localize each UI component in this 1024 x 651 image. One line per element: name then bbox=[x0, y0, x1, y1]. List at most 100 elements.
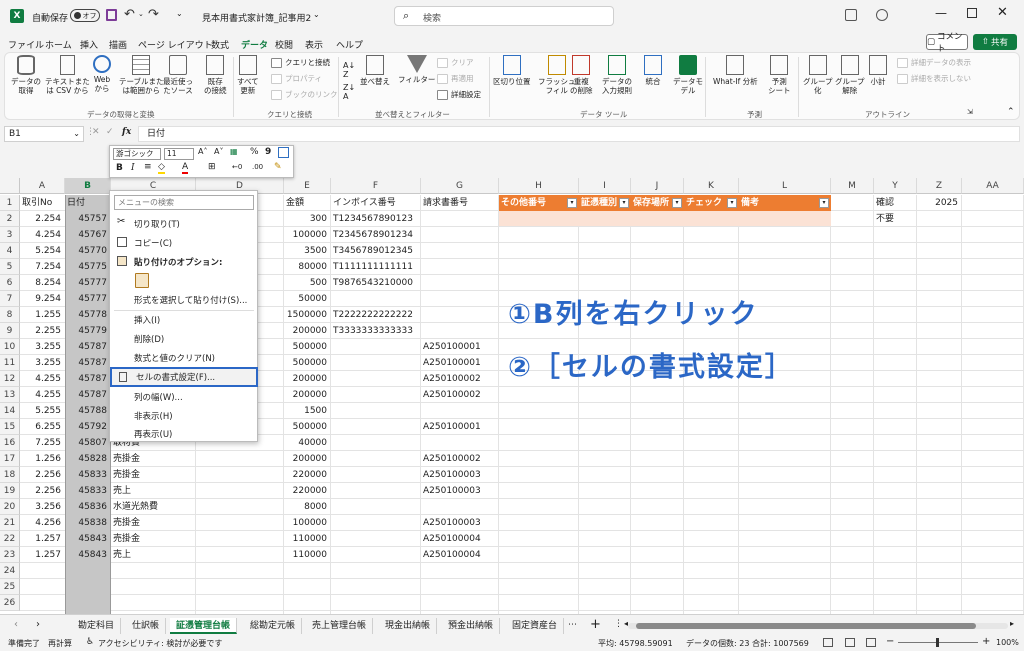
cell-b[interactable]: 45787 bbox=[67, 371, 110, 387]
cell-y2[interactable]: 不要 bbox=[876, 211, 916, 227]
column-header-m[interactable]: M bbox=[831, 178, 874, 194]
header-cell-f[interactable]: インボイス番号 bbox=[333, 195, 420, 211]
prev-sheet-icon[interactable]: ‹ bbox=[14, 619, 18, 630]
bold-icon[interactable]: B bbox=[116, 163, 123, 173]
scroll-left-icon[interactable]: ◂ bbox=[624, 619, 628, 628]
pen-icon[interactable] bbox=[876, 9, 888, 21]
minimize-icon[interactable]: — bbox=[935, 6, 947, 20]
cell-g[interactable]: A250100002 bbox=[423, 371, 498, 387]
cell-b[interactable]: 45828 bbox=[67, 451, 110, 467]
cell-g[interactable]: A250100001 bbox=[423, 339, 498, 355]
row-header-15[interactable]: 15 bbox=[0, 419, 20, 435]
cell-c[interactable]: 売掛金 bbox=[113, 531, 195, 547]
cell-c[interactable]: 売掛金 bbox=[113, 467, 195, 483]
menu-item-insert[interactable]: 挿入(I) bbox=[110, 310, 258, 329]
sheet-tab-cash-book[interactable]: 現金出納帳 bbox=[379, 618, 438, 634]
comment-button[interactable]: ▢ コメント bbox=[926, 32, 968, 54]
cell-e[interactable]: 220000 bbox=[286, 467, 330, 483]
filter-dropdown-icon[interactable]: ▾ bbox=[567, 198, 577, 208]
cell-b[interactable]: 45767 bbox=[67, 227, 110, 243]
row-header-5[interactable]: 5 bbox=[0, 259, 20, 275]
cell-g[interactable]: A250100003 bbox=[423, 467, 498, 483]
row-header-23[interactable]: 23 bbox=[0, 547, 20, 563]
cell-e[interactable]: 100000 bbox=[286, 515, 330, 531]
row-header-8[interactable]: 8 bbox=[0, 307, 20, 323]
save-icon[interactable] bbox=[106, 9, 117, 21]
font-size-select[interactable]: 11 bbox=[164, 148, 194, 160]
cell-b[interactable]: 45833 bbox=[67, 467, 110, 483]
cell-b[interactable]: 45787 bbox=[67, 339, 110, 355]
undo-dropdown-icon[interactable]: ⌄ bbox=[138, 10, 144, 18]
cell-b[interactable]: 45777 bbox=[67, 291, 110, 307]
data-validation-button[interactable]: データの 入力規則 bbox=[602, 55, 632, 95]
zoom-slider-thumb[interactable] bbox=[936, 638, 939, 647]
restore-icon[interactable] bbox=[967, 8, 977, 18]
what-if-button[interactable]: What-If 分析 bbox=[713, 55, 758, 86]
cell-b[interactable]: 45838 bbox=[67, 515, 110, 531]
menu-item-unhide[interactable]: 再表示(U) bbox=[110, 424, 258, 443]
cell-e[interactable]: 500000 bbox=[286, 419, 330, 435]
search-box[interactable]: ⌕ 検索 bbox=[394, 6, 614, 26]
workbook-links-button[interactable]: ブックのリンク bbox=[271, 89, 338, 100]
column-header-b[interactable]: B bbox=[65, 178, 111, 194]
tab-formulas[interactable]: 数式 bbox=[211, 38, 229, 51]
header-cell-b[interactable]: 日付 bbox=[67, 195, 110, 211]
advanced-filter-button[interactable]: 詳細設定 bbox=[437, 89, 481, 100]
column-header-f[interactable]: F bbox=[331, 178, 421, 194]
coauthor-icon[interactable] bbox=[845, 9, 857, 21]
remove-duplicates-button[interactable]: 重複 の削除 bbox=[570, 55, 593, 95]
status-accessibility[interactable]: アクセシビリティ: 検討が必要です bbox=[98, 638, 222, 649]
filter-dropdown-icon[interactable]: ▾ bbox=[727, 198, 737, 208]
text-to-columns-button[interactable]: 区切り位置 bbox=[493, 55, 531, 86]
cell-a[interactable]: 2.256 bbox=[22, 467, 64, 483]
cell-f[interactable]: T9876543210000 bbox=[333, 275, 420, 291]
show-detail-button[interactable]: 詳細データの表示 bbox=[897, 57, 971, 68]
insert-function-icon[interactable]: fx bbox=[122, 127, 131, 137]
cell-f[interactable]: T2222222222222 bbox=[333, 307, 420, 323]
properties-button[interactable]: プロパティ bbox=[271, 73, 322, 84]
column-header-h[interactable]: H bbox=[499, 178, 579, 194]
sort-za-icon[interactable]: Z↓ A bbox=[343, 83, 355, 101]
name-box-dropdown-icon[interactable]: ⌄ bbox=[73, 127, 80, 141]
header-cell-a[interactable]: 取引No bbox=[22, 195, 64, 211]
close-icon[interactable]: ✕ bbox=[997, 5, 1008, 20]
cell-f[interactable]: T3333333333333 bbox=[333, 323, 420, 339]
italic-icon[interactable]: I bbox=[131, 163, 135, 173]
menu-item-clear-contents[interactable]: 数式と値のクリア(N) bbox=[110, 348, 258, 367]
cell-z1[interactable]: 2025 bbox=[919, 195, 961, 211]
cancel-icon[interactable]: ✕ bbox=[92, 127, 100, 137]
tab-view[interactable]: 表示 bbox=[305, 38, 323, 51]
cell-a[interactable]: 4.254 bbox=[22, 227, 64, 243]
column-header-e[interactable]: E bbox=[284, 178, 331, 194]
cell-b[interactable]: 45807 bbox=[67, 435, 110, 451]
cell-b[interactable]: 45843 bbox=[67, 531, 110, 547]
get-data-button[interactable]: データの 取得 bbox=[11, 55, 41, 95]
cell-b[interactable]: 45777 bbox=[67, 275, 110, 291]
column-header-y[interactable]: Y bbox=[874, 178, 917, 194]
existing-connections-button[interactable]: 既存 の接続 bbox=[204, 55, 227, 95]
row-header-21[interactable]: 21 bbox=[0, 515, 20, 531]
borders-icon[interactable]: ⊞ bbox=[208, 162, 216, 172]
row-header-7[interactable]: 7 bbox=[0, 291, 20, 307]
row-header-4[interactable]: 4 bbox=[0, 243, 20, 259]
table-header-l[interactable]: 備考 bbox=[739, 195, 831, 211]
page-layout-view-icon[interactable] bbox=[845, 638, 855, 647]
cell-c[interactable]: 売上 bbox=[113, 547, 195, 563]
table-empty-row[interactable] bbox=[499, 211, 831, 226]
increase-decimal-icon[interactable]: ←0 bbox=[232, 163, 242, 171]
fill-color-icon[interactable]: ◇ bbox=[158, 162, 165, 174]
header-cell-e[interactable]: 金額 bbox=[286, 195, 330, 211]
decrease-decimal-icon[interactable]: .00 bbox=[252, 163, 263, 171]
from-text-csv-button[interactable]: テキストまた は CSV から bbox=[45, 55, 90, 95]
row-header-6[interactable]: 6 bbox=[0, 275, 20, 291]
cell-a[interactable]: 1.257 bbox=[22, 547, 64, 563]
horizontal-scrollbar[interactable] bbox=[628, 623, 1008, 629]
menu-search-input[interactable]: メニューの検索 bbox=[114, 195, 254, 210]
cell-c[interactable]: 売掛金 bbox=[113, 451, 195, 467]
zoom-out-icon[interactable]: − bbox=[886, 636, 894, 647]
column-header-j[interactable]: J bbox=[631, 178, 684, 194]
cell-g[interactable]: A250100002 bbox=[423, 387, 498, 403]
cell-c[interactable]: 売掛金 bbox=[113, 515, 195, 531]
cell-g[interactable]: A250100002 bbox=[423, 451, 498, 467]
row-header-24[interactable]: 24 bbox=[0, 563, 20, 579]
